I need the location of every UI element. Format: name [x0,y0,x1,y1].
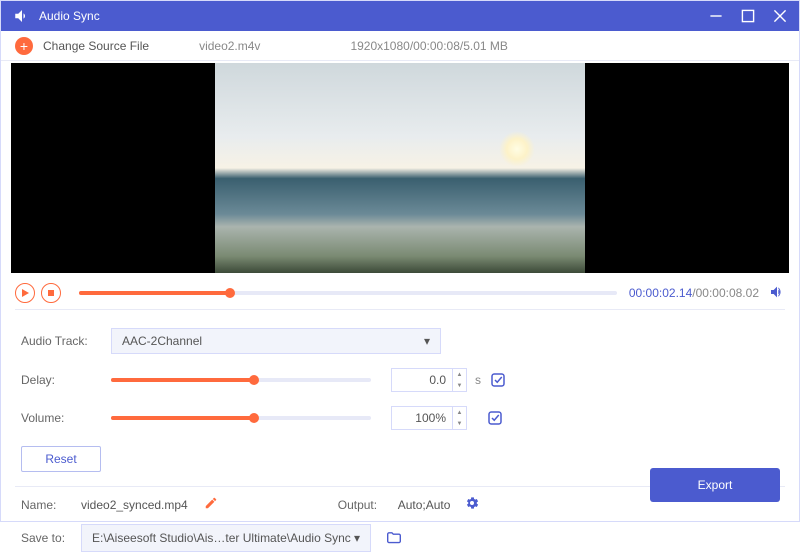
play-button[interactable] [15,283,35,303]
title-bar: Audio Sync [1,1,799,31]
close-icon[interactable] [773,9,787,23]
output-settings-icon[interactable] [464,495,480,514]
minimize-icon[interactable] [709,9,723,23]
name-label: Name: [21,498,81,512]
app-logo-icon [13,7,31,25]
name-value: video2_synced.mp4 [81,498,188,512]
volume-icon[interactable] [769,284,785,303]
saveto-select[interactable]: E:\Aiseesoft Studio\Ais…ter Ultimate\Aud… [81,524,371,552]
delay-reset-icon[interactable] [489,371,507,389]
volume-reset-icon[interactable] [486,409,504,427]
reset-button[interactable]: Reset [21,446,101,472]
stop-button[interactable] [41,283,61,303]
video-preview[interactable] [11,63,789,273]
output-value: Auto;Auto [398,498,451,512]
source-toolbar: + Change Source File video2.m4v 1920x108… [1,31,799,61]
chevron-down-icon: ▾ [424,334,430,348]
delay-value-input[interactable]: 0.0 [391,368,453,392]
timecode: 00:00:02.14/00:00:08.02 [629,286,759,300]
volume-value-input[interactable]: 100% [391,406,453,430]
saveto-label: Save to: [21,531,81,545]
app-title: Audio Sync [39,9,100,23]
export-button[interactable]: Export [650,468,780,502]
delay-stepper[interactable]: ▲▼ [453,368,467,392]
delay-slider[interactable] [111,378,371,382]
seek-slider[interactable] [79,291,617,295]
change-source-label[interactable]: Change Source File [43,39,149,53]
volume-stepper[interactable]: ▲▼ [453,406,467,430]
volume-slider[interactable] [111,416,371,420]
delay-unit: s [475,373,481,387]
add-source-icon[interactable]: + [15,37,33,55]
delay-label: Delay: [21,373,111,387]
maximize-icon[interactable] [741,9,755,23]
open-folder-icon[interactable] [385,530,403,547]
audio-track-select[interactable]: AAC-2Channel ▾ [111,328,441,354]
playback-bar: 00:00:02.14/00:00:08.02 [1,273,799,309]
audio-track-label: Audio Track: [21,334,111,348]
output-label: Output: [338,498,398,512]
source-filename: video2.m4v [199,39,260,53]
chevron-down-icon: ▾ [354,531,360,545]
edit-name-icon[interactable] [204,496,218,513]
volume-label: Volume: [21,411,111,425]
source-meta: 1920x1080/00:00:08/5.01 MB [350,39,507,53]
